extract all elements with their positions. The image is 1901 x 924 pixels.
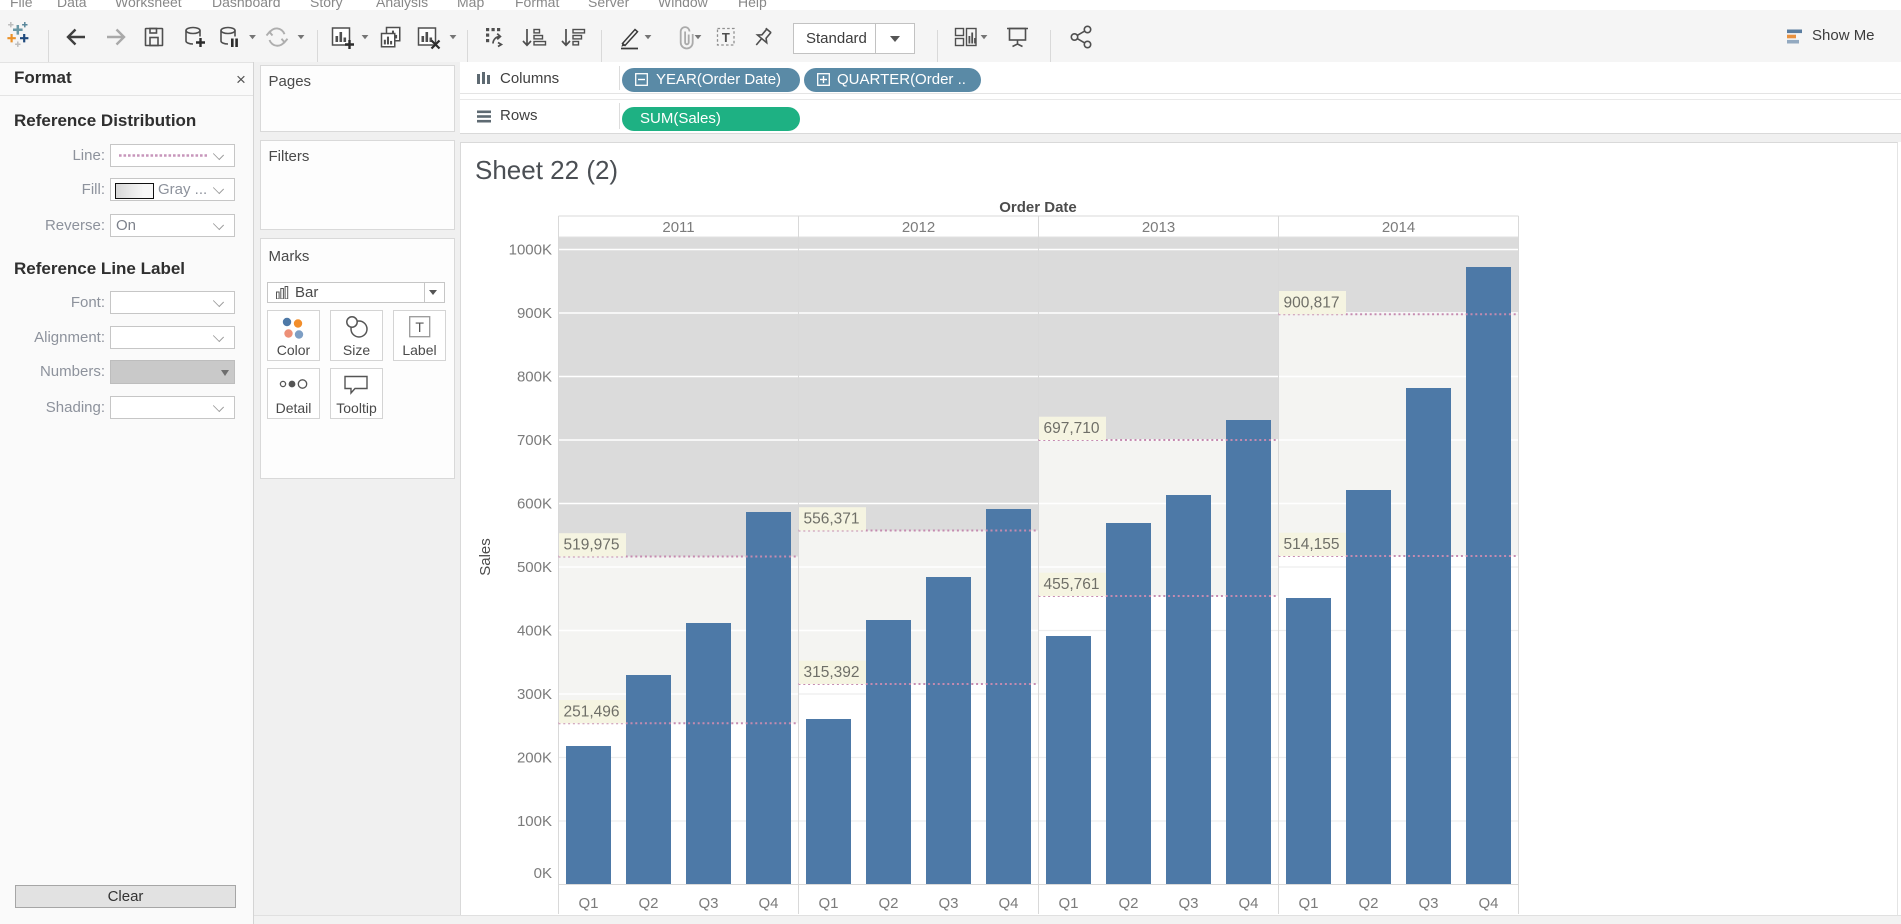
svg-text:T: T — [415, 319, 424, 335]
